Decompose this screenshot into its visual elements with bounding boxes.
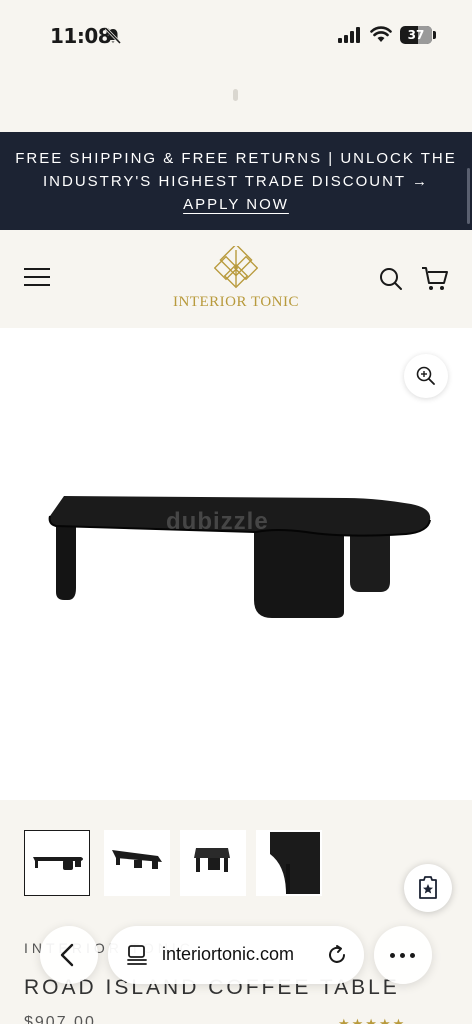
more-options-button[interactable] bbox=[374, 926, 432, 984]
status-time: 11:08 bbox=[50, 24, 112, 48]
product-rating[interactable]: ★★★★★ bbox=[338, 1016, 406, 1024]
promo-line-2: INDUSTRY'S HIGHEST TRADE DISCOUNT → bbox=[43, 173, 429, 190]
page-menu-icon[interactable] bbox=[126, 945, 148, 965]
site-header: INTERIOR TONIC bbox=[0, 230, 472, 328]
cart-icon[interactable] bbox=[421, 266, 449, 292]
bell-muted-icon bbox=[104, 27, 122, 45]
logo-mark-icon[interactable] bbox=[214, 246, 258, 290]
url-text: interiortonic.com bbox=[162, 944, 295, 964]
status-bar: 11:08 37 bbox=[0, 0, 472, 70]
logo-text[interactable]: INTERIOR TONIC bbox=[0, 294, 472, 311]
zoom-button[interactable] bbox=[404, 354, 448, 398]
address-bar[interactable]: interiortonic.com bbox=[108, 926, 364, 984]
search-icon[interactable] bbox=[379, 267, 403, 291]
battery-tip bbox=[433, 31, 436, 39]
promo-scrollbar bbox=[467, 168, 470, 224]
back-button[interactable] bbox=[40, 926, 98, 984]
battery-level: 37 bbox=[407, 28, 425, 42]
thumbnail-1[interactable] bbox=[24, 830, 90, 896]
promo-banner: FREE SHIPPING & FREE RETURNS | UNLOCK TH… bbox=[0, 132, 472, 230]
apply-now-link[interactable]: APPLY NOW bbox=[183, 193, 289, 216]
signal-icon bbox=[338, 27, 360, 43]
thumbnail-4[interactable] bbox=[256, 830, 322, 896]
product-price: $907.00 bbox=[24, 1014, 96, 1024]
browser-toolbar: interiortonic.com bbox=[0, 920, 472, 992]
promo-line-1: FREE SHIPPING & FREE RETURNS | UNLOCK TH… bbox=[15, 150, 457, 167]
battery-indicator: 37 bbox=[400, 26, 432, 44]
thumbnail-2[interactable] bbox=[104, 830, 170, 896]
watermark-text: dubizzle bbox=[166, 508, 269, 535]
hamburger-menu-icon[interactable] bbox=[24, 268, 50, 288]
star-badge-icon bbox=[419, 876, 437, 899]
loading-indicator bbox=[233, 89, 238, 101]
thumbnail-3[interactable] bbox=[180, 830, 246, 896]
wifi-icon bbox=[370, 26, 392, 42]
reviews-badge-button[interactable] bbox=[404, 864, 452, 912]
zoom-in-icon bbox=[416, 366, 435, 385]
chevron-left-icon bbox=[60, 943, 74, 967]
thumbnail-strip bbox=[0, 800, 472, 910]
reload-icon[interactable] bbox=[326, 944, 348, 966]
product-gallery[interactable]: dubizzle bbox=[0, 328, 472, 800]
